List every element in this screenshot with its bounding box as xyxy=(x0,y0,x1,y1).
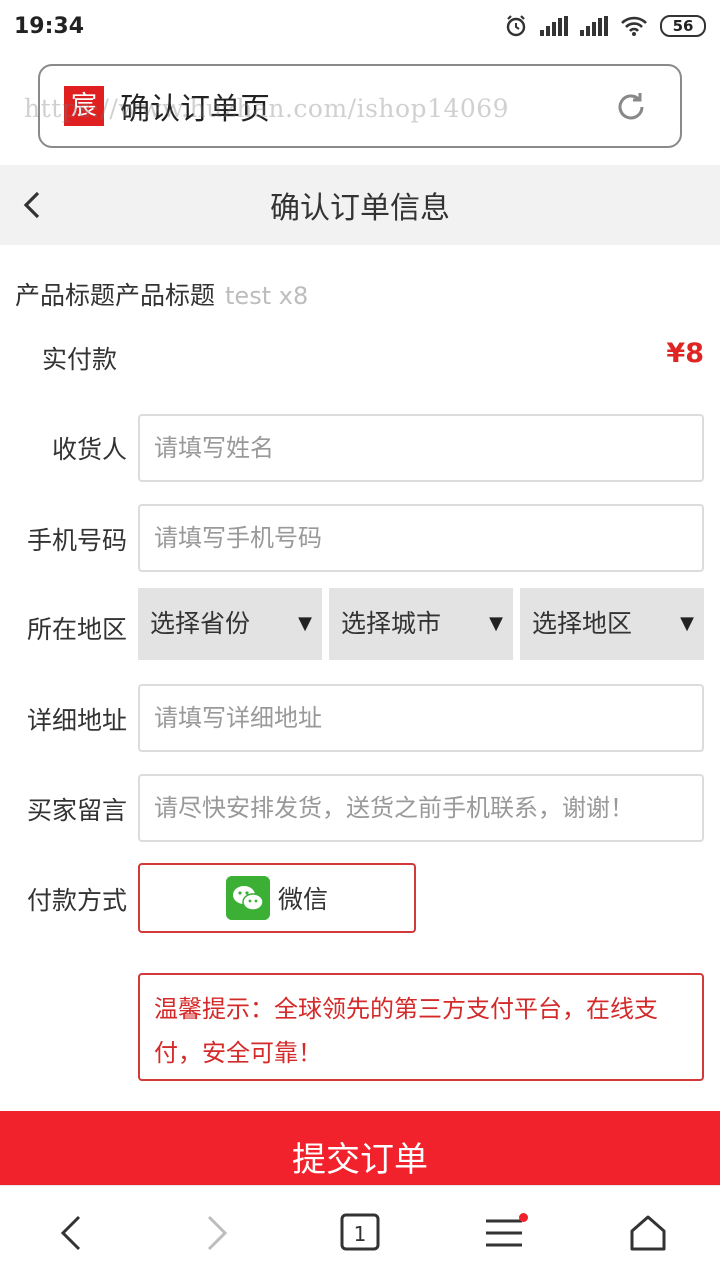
paid-value: ¥8 xyxy=(666,338,704,369)
paid-label: 实付款 xyxy=(42,345,118,374)
app-header: 确认订单信息 xyxy=(0,165,720,245)
wechat-pay-button[interactable]: 微信 xyxy=(138,863,416,933)
signal-icon-2 xyxy=(580,16,608,36)
browser-bottom-nav: 1 xyxy=(0,1185,720,1280)
home-icon xyxy=(630,1215,666,1251)
district-select[interactable]: 选择地区 ▼ xyxy=(520,588,704,660)
tip-box: 温馨提示：全球领先的第三方支付平台，在线支付，安全可靠！ xyxy=(138,973,704,1081)
phone-input[interactable]: 请填写手机号码 xyxy=(138,504,704,572)
chevron-down-icon: ▼ xyxy=(298,613,312,634)
receiver-label: 收货人 xyxy=(51,435,127,464)
province-select-label: 选择省份 xyxy=(150,609,251,638)
svg-text:1: 1 xyxy=(354,1222,367,1246)
phone-label: 手机号码 xyxy=(26,526,127,555)
product-line: 产品标题产品标题 test x8 xyxy=(15,276,308,312)
address-label: 详细地址 xyxy=(26,706,127,735)
paymethod-label: 付款方式 xyxy=(26,886,127,915)
product-qty: test x8 xyxy=(225,282,309,310)
nav-menu-button[interactable] xyxy=(474,1203,534,1263)
message-label: 买家留言 xyxy=(26,796,127,825)
status-bar: 19:34 56 xyxy=(0,0,720,52)
battery-icon: 56 xyxy=(660,15,706,37)
chevron-down-icon: ▼ xyxy=(489,613,503,634)
region-label: 所在地区 xyxy=(26,615,127,644)
receiver-input[interactable]: 请填写姓名 xyxy=(138,414,704,482)
city-select-label: 选择城市 xyxy=(341,609,442,638)
status-icons: 56 xyxy=(504,14,706,38)
reload-icon[interactable] xyxy=(614,90,648,124)
chevron-down-icon: ▼ xyxy=(680,613,694,634)
wechat-pay-label: 微信 xyxy=(277,885,328,914)
back-arrow-icon[interactable] xyxy=(16,187,52,223)
tabs-icon: 1 xyxy=(340,1213,380,1251)
city-select[interactable]: 选择城市 ▼ xyxy=(329,588,513,660)
nav-forward-button[interactable] xyxy=(186,1203,246,1263)
district-select-label: 选择地区 xyxy=(532,609,633,638)
forward-icon xyxy=(207,1215,228,1251)
url-watermark: https://www.huzhan.com/ishop14069 xyxy=(24,94,510,123)
page-title: 确认订单信息 xyxy=(270,191,450,226)
wechat-icon xyxy=(225,876,270,920)
message-input[interactable]: 请尽快安排发货，送货之前手机联系，谢谢！ xyxy=(138,774,704,842)
nav-home-button[interactable] xyxy=(618,1203,678,1263)
nav-tabs-button[interactable]: 1 xyxy=(330,1203,390,1263)
product-title: 产品标题产品标题 xyxy=(15,281,216,310)
back-icon xyxy=(60,1215,81,1251)
address-input[interactable]: 请填写详细地址 xyxy=(138,684,704,752)
alarm-icon xyxy=(506,15,526,37)
signal-icon xyxy=(540,16,568,36)
notification-dot xyxy=(519,1213,528,1222)
browser-url-area: 宸 确认订单页 https://www.huzhan.com/ishop1406… xyxy=(0,52,720,165)
province-select[interactable]: 选择省份 ▼ xyxy=(138,588,322,660)
status-time: 19:34 xyxy=(14,13,85,39)
menu-icon xyxy=(486,1219,522,1247)
wifi-icon xyxy=(621,16,647,36)
nav-back-button[interactable] xyxy=(42,1203,102,1263)
